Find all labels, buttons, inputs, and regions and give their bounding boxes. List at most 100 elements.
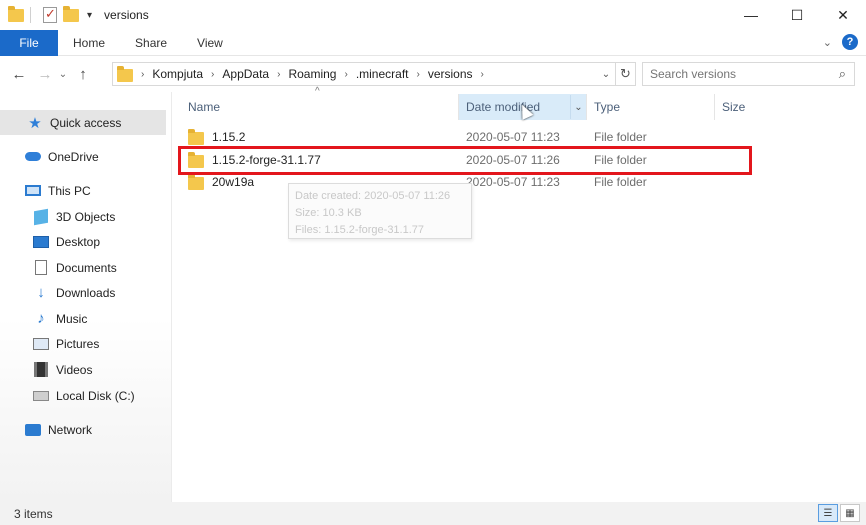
breadcrumb-appdata[interactable]: AppData — [222, 67, 269, 81]
network-icon — [24, 422, 42, 438]
file-name[interactable]: 20w19a — [188, 174, 254, 190]
navigation-bar: ← → ⌄ ↑ › Kompjuta › AppData › Roaming ›… — [0, 56, 866, 92]
column-header-name[interactable]: Name — [180, 94, 456, 120]
tooltip-date-created: Date created: 2020-05-07 11:26 — [295, 190, 451, 202]
sidebar-item-label: Downloads — [56, 285, 116, 300]
back-button[interactable]: ← — [8, 66, 30, 83]
sidebar-item-onedrive[interactable]: OneDrive — [0, 144, 166, 169]
window-title: versions — [104, 8, 149, 22]
refresh-icon[interactable]: ↻ — [615, 63, 635, 85]
disk-icon — [32, 388, 50, 404]
desktop-icon — [32, 234, 50, 250]
cube-icon — [32, 208, 50, 225]
music-icon: ♪ — [37, 310, 45, 327]
column-filter-dropdown-icon[interactable]: ⌄ — [570, 95, 586, 119]
quick-access-toolbar: ▾ — [0, 0, 92, 30]
chevron-down-icon[interactable]: ⌄ — [823, 36, 832, 49]
sidebar-item-label: OneDrive — [48, 149, 99, 164]
sidebar-item-this-pc[interactable]: This PC — [0, 178, 166, 203]
breadcrumb: › Kompjuta › AppData › Roaming › .minecr… — [141, 67, 492, 81]
properties-icon[interactable] — [43, 6, 57, 23]
breadcrumb-separator[interactable]: › — [141, 69, 144, 80]
breadcrumb-separator[interactable]: › — [481, 69, 484, 80]
folder-info-tooltip: Date created: 2020-05-07 11:26 Size: 10.… — [288, 183, 472, 239]
sidebar-item-quick-access[interactable]: ★ Quick access — [0, 110, 166, 135]
sidebar-item-label: Network — [48, 422, 93, 437]
file-name-label: 20w19a — [212, 175, 255, 189]
breadcrumb-separator[interactable]: › — [344, 69, 347, 80]
details-view-icon[interactable]: ☰ — [818, 504, 838, 522]
item-count: 3 items — [14, 506, 53, 521]
tab-view[interactable]: View — [182, 30, 238, 56]
sidebar-item-music[interactable]: ♪ Music — [0, 306, 166, 331]
star-icon: ★ — [28, 114, 42, 132]
computer-icon — [24, 183, 42, 199]
search-icon[interactable]: ⌕ — [839, 66, 846, 82]
sidebar-item-documents[interactable]: Documents — [0, 255, 166, 280]
close-button[interactable]: ✕ — [820, 0, 866, 30]
sidebar-item-downloads[interactable]: ↓ Downloads — [0, 280, 166, 305]
breadcrumb-roaming[interactable]: Roaming — [288, 67, 336, 81]
breadcrumb-separator[interactable]: › — [211, 69, 214, 80]
video-icon — [32, 362, 50, 378]
up-button[interactable]: ↑ — [72, 66, 94, 83]
title-bar: ▾ versions — ☐ ✕ — [0, 0, 866, 30]
column-header-type[interactable]: Type — [587, 94, 713, 120]
sidebar-item-label: Pictures — [56, 336, 100, 351]
toolbar-divider — [30, 7, 31, 23]
sidebar-item-network[interactable]: Network — [0, 417, 166, 442]
file-name[interactable]: 1.15.2 — [188, 129, 245, 145]
folder-icon — [117, 66, 133, 82]
sidebar-item-videos[interactable]: Videos — [0, 357, 166, 382]
tooltip-files: Files: 1.15.2-forge-31.1.77 — [295, 224, 425, 236]
sidebar-item-label: Documents — [56, 260, 117, 275]
view-switcher: ☰ ▦ — [818, 504, 860, 522]
tab-file[interactable]: File — [0, 29, 58, 56]
forward-button[interactable]: → — [34, 66, 56, 83]
file-name-label: 1.15.2 — [212, 130, 246, 144]
sidebar-item-desktop[interactable]: Desktop — [0, 229, 166, 254]
minimize-button[interactable]: — — [728, 0, 774, 30]
document-icon — [32, 260, 50, 276]
pictures-icon — [32, 336, 50, 352]
recent-locations-dropdown[interactable]: ⌄ — [56, 69, 70, 80]
tab-home[interactable]: Home — [58, 30, 120, 56]
ribbon-tabs: File Home Share View ⌄ ? — [0, 29, 866, 56]
sidebar-item-label: Videos — [56, 362, 93, 377]
breadcrumb-versions[interactable]: versions — [428, 67, 473, 81]
sidebar-item-local-disk[interactable]: Local Disk (C:) — [0, 383, 166, 408]
help-icon[interactable]: ? — [842, 34, 858, 50]
breadcrumb-separator[interactable]: › — [417, 69, 420, 80]
sidebar-item-label: Desktop — [56, 234, 101, 249]
highlight-annotation — [178, 146, 752, 175]
download-icon: ↓ — [37, 284, 45, 301]
search-box[interactable]: ⌕ — [642, 62, 855, 86]
breadcrumb-kompjuta[interactable]: Kompjuta — [152, 67, 203, 81]
folder-icon — [188, 129, 204, 145]
file-date-modified: 2020-05-07 11:23 — [466, 130, 560, 144]
search-input[interactable] — [650, 67, 825, 81]
sidebar-item-label: Music — [56, 311, 88, 326]
large-icons-view-icon[interactable]: ▦ — [840, 504, 860, 522]
customize-toolbar-dropdown[interactable]: ▾ — [87, 10, 92, 21]
navigation-pane: ★ Quick access OneDrive This PC 3D Objec… — [0, 92, 172, 502]
sidebar-item-pictures[interactable]: Pictures — [0, 331, 166, 356]
sidebar-item-label: Quick access — [50, 115, 122, 130]
sidebar-item-label: This PC — [48, 183, 91, 198]
file-row[interactable]: 1.15.2 2020-05-07 11:23 File folder — [186, 126, 746, 148]
cloud-icon — [24, 149, 42, 165]
tab-share[interactable]: Share — [120, 30, 182, 56]
breadcrumb-minecraft[interactable]: .minecraft — [356, 67, 409, 81]
address-bar[interactable]: › Kompjuta › AppData › Roaming › .minecr… — [112, 62, 636, 86]
address-dropdown-icon[interactable]: ⌄ — [597, 69, 615, 80]
column-header-size[interactable]: Size — [715, 94, 795, 120]
folder-icon — [188, 174, 204, 190]
window-controls: — ☐ ✕ — [728, 0, 866, 30]
new-folder-icon[interactable] — [63, 5, 79, 22]
sidebar-item-3d-objects[interactable]: 3D Objects — [0, 204, 166, 229]
folder-icon[interactable] — [8, 5, 24, 22]
sidebar-item-label: Local Disk (C:) — [56, 388, 135, 403]
sidebar-item-label: 3D Objects — [56, 209, 116, 224]
breadcrumb-separator[interactable]: › — [277, 69, 280, 80]
maximize-button[interactable]: ☐ — [774, 0, 820, 30]
